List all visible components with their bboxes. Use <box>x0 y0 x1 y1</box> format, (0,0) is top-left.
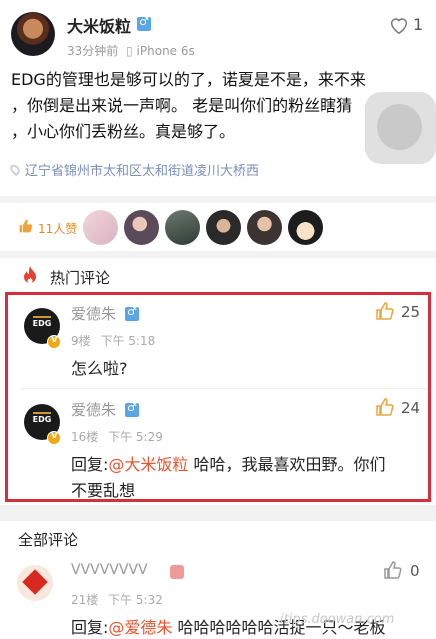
thumbs-up-icon <box>19 219 33 233</box>
mention-link[interactable]: @大米饭粒 <box>108 455 188 474</box>
comment-floor: 9楼 <box>71 334 91 348</box>
comment-floor: 21楼 <box>71 593 99 607</box>
comment-item: EDG 爱德朱 9楼 下午 5:18 25 怎么啦? <box>0 300 436 388</box>
female-badge-icon <box>170 565 184 579</box>
comment-meta: 16楼 下午 5:29 <box>71 428 163 445</box>
verified-badge-icon <box>47 334 61 349</box>
comment-line: 不要乱想 <box>71 481 136 500</box>
reply-prefix: 回复: <box>71 618 109 637</box>
post-line: EDG的管理也是够可以的了，诺夏是不是，来不来 <box>11 70 366 89</box>
all-comments-header: 全部评论 <box>0 521 436 555</box>
reply-text: 哈哈，我最喜欢田野。你们 <box>188 455 386 474</box>
likes-bar[interactable]: 11人赞 <box>0 203 436 251</box>
male-badge-icon <box>125 305 139 321</box>
comment-text: 怎么啦? <box>71 359 128 378</box>
poster-name[interactable]: 大米饭粒 <box>67 13 131 37</box>
likes-count: 11人赞 <box>38 222 78 236</box>
location-pin-icon <box>8 162 22 177</box>
comment-line: 回复:@大米饭粒 哈哈，我最喜欢田野。你们 <box>71 452 421 478</box>
edg-logo: EDG <box>32 319 52 328</box>
comment-time: 下午 5:18 <box>100 334 156 348</box>
commenter-name[interactable]: 爱德朱 <box>71 303 116 324</box>
comment-meta: 21楼 下午 5:32 <box>71 591 163 608</box>
comment-like-count: 24 <box>401 399 421 417</box>
watermark: itips.doowan.com <box>280 612 395 627</box>
mention-link[interactable]: @爱德朱 <box>108 618 172 637</box>
comment-time: 下午 5:29 <box>108 430 163 444</box>
post-card: 大米饭粒 33分钟前 ▯ iPhone 6s 1 EDG的管理也是够可以的了，诺… <box>0 0 436 196</box>
location-text: 辽宁省锦州市太和区太和街道凌川大桥西 <box>25 164 260 179</box>
comment-meta: 9楼 下午 5:18 <box>71 332 155 349</box>
verified-badge-icon <box>47 430 61 445</box>
thumbs-up-icon[interactable] <box>375 397 395 417</box>
poster-avatar[interactable] <box>11 12 55 56</box>
thumbs-up-icon[interactable] <box>383 560 403 580</box>
liker-avatar[interactable] <box>288 210 323 245</box>
post-meta: 33分钟前 ▯ iPhone 6s <box>67 42 195 59</box>
hot-comments-header: 热门评论 <box>0 258 436 292</box>
post-like-count: 1 <box>413 15 424 34</box>
avatar-stripe <box>33 316 51 318</box>
comment-like-count: 0 <box>410 562 420 580</box>
fire-icon <box>24 266 36 284</box>
male-badge-icon <box>137 15 151 31</box>
reply-prefix: 回复: <box>71 455 109 474</box>
liker-avatar[interactable] <box>165 210 200 245</box>
section-divider <box>0 505 436 521</box>
comment-like-count: 25 <box>401 303 421 321</box>
avatar-stripe <box>33 412 51 414</box>
section-divider <box>0 251 436 258</box>
comment-time: 下午 5:32 <box>108 593 163 607</box>
liker-avatar[interactable] <box>124 210 159 245</box>
post-device: iPhone 6s <box>136 44 195 58</box>
liker-avatar[interactable] <box>83 210 118 245</box>
hot-comments-title: 热门评论 <box>50 269 111 287</box>
comment-divider <box>20 388 428 389</box>
thumbs-up-icon[interactable] <box>375 301 395 321</box>
heart-icon[interactable] <box>388 14 410 36</box>
section-divider <box>0 196 436 203</box>
comment-floor: 16楼 <box>71 430 99 444</box>
commenter-name[interactable]: VVVVVVVV <box>71 562 148 578</box>
phone-icon: ▯ <box>126 44 133 58</box>
comment-text: 回复:@大米饭粒 哈哈，我最喜欢田野。你们 不要乱想 <box>71 452 421 504</box>
post-time: 33分钟前 <box>67 44 119 58</box>
assistive-touch-button[interactable] <box>365 92 436 164</box>
comment-item: EDG 爱德朱 16楼 下午 5:29 24 回复:@大米饭粒 哈哈，我最喜欢田… <box>0 396 436 500</box>
commenter-name[interactable]: 爱德朱 <box>71 399 116 420</box>
male-badge-icon <box>125 401 139 417</box>
commenter-avatar[interactable] <box>17 565 53 601</box>
post-location[interactable]: 辽宁省锦州市太和区太和街道凌川大桥西 <box>8 160 260 179</box>
liker-avatar[interactable] <box>206 210 241 245</box>
all-comments-title: 全部评论 <box>18 531 79 549</box>
edg-logo: EDG <box>32 415 52 424</box>
liker-avatar[interactable] <box>247 210 282 245</box>
